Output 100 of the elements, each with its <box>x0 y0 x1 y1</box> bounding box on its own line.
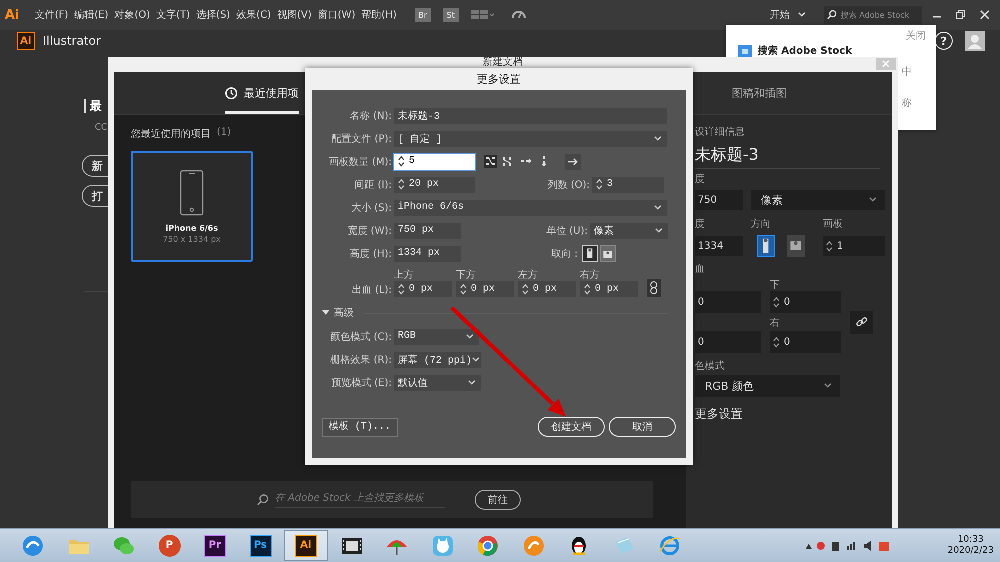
tab[interactable]: 最近使用项 <box>225 72 299 114</box>
menu-item[interactable]: 对象(O) <box>114 8 150 22</box>
preset-card[interactable]: iPhone 6/6s 750 x 1334 px <box>131 151 253 262</box>
menu-item[interactable]: 帮助(H) <box>362 8 397 22</box>
clock-time: 10:33 <box>958 534 984 546</box>
field-label: 画板 <box>823 220 843 230</box>
chevron-icon <box>654 204 662 210</box>
cancel-button[interactable]: 取消 <box>609 417 676 437</box>
field-label: 度 <box>695 175 705 185</box>
taskbar-button[interactable]: P <box>148 530 192 561</box>
restore-icon[interactable] <box>954 9 968 21</box>
artboard-count-field[interactable]: 5 <box>394 154 475 170</box>
chevron-icon <box>472 356 480 362</box>
field-label: 颜色模式 (C): <box>330 330 393 344</box>
stepper-icon <box>773 296 780 308</box>
color-mode-dropdown[interactable]: RGB <box>394 328 479 344</box>
menu-item[interactable]: 文字(T) <box>156 8 190 22</box>
layout-grid-icon[interactable] <box>470 9 495 21</box>
grid-by-row-icon[interactable] <box>484 155 497 168</box>
bleed-field[interactable]: 0 <box>695 291 761 313</box>
landscape-orientation-icon[interactable] <box>787 235 805 257</box>
dialog-title: 更多设置 <box>476 72 522 88</box>
field-label: 上方 <box>394 270 415 281</box>
field-label: 色模式 <box>695 362 725 372</box>
stepper-icon <box>584 282 591 296</box>
raster-effects-dropdown[interactable]: 屏幕 (72 ppi) <box>394 352 481 368</box>
menu-item[interactable]: 文件(F) <box>35 8 69 22</box>
clock-icon <box>225 86 238 100</box>
close-icon[interactable] <box>978 9 992 21</box>
bleed-field[interactable]: 0 <box>695 331 761 353</box>
chevron-icon <box>869 197 877 203</box>
field-label: 出血 (L): <box>351 284 393 297</box>
app-logo: Ai <box>5 8 21 22</box>
chevron-icon <box>824 383 832 389</box>
browser-icon <box>476 534 500 558</box>
field-label: 右 <box>770 319 781 329</box>
bleed-field[interactable]: 0 px <box>580 281 638 297</box>
bridge-button[interactable]: Br <box>414 8 431 22</box>
create-document-button[interactable]: 创建文档 <box>538 417 605 437</box>
chevron-icon <box>654 136 662 142</box>
popup-text: 中 <box>902 66 912 79</box>
link-button[interactable] <box>850 310 873 334</box>
section-heading: 您最近使用的项目 <box>131 128 211 141</box>
unit-dropdown[interactable]: 像素 <box>751 190 885 210</box>
browser-icon <box>21 534 45 558</box>
workspace-switcher[interactable]: 开始 <box>770 8 806 22</box>
chevron-icon <box>468 380 476 386</box>
width-field[interactable]: 750 <box>695 190 743 210</box>
taskbar-button[interactable]: Ps <box>238 530 282 561</box>
stepper-icon <box>826 240 833 252</box>
bleed-field[interactable]: 0 <box>770 291 841 313</box>
preview-mode-dropdown[interactable]: 默认值 <box>394 374 481 390</box>
link-button[interactable] <box>647 279 661 297</box>
bleed-field[interactable]: 0 px <box>518 281 576 297</box>
size-dropdown[interactable]: iPhone 6/6s <box>394 200 667 216</box>
bleed-field[interactable]: 0 px <box>394 281 452 297</box>
section-heading: 最 <box>84 99 102 113</box>
chevron-icon <box>798 12 806 18</box>
taskbar-button[interactable]: Pr <box>193 530 237 561</box>
menu-item[interactable]: 效果(C) <box>236 8 272 22</box>
phone-icon <box>180 170 204 216</box>
color-mode-dropdown[interactable]: RGB 颜色 <box>695 375 840 397</box>
section-label: 设详细信息 <box>695 128 745 138</box>
landscape-orientation-icon[interactable] <box>600 245 616 262</box>
stepper-icon <box>596 178 603 191</box>
menu-item[interactable]: 窗口(W) <box>318 8 356 22</box>
app-name: Illustrator <box>43 34 102 48</box>
portrait-orientation-icon[interactable] <box>757 235 775 257</box>
go-button[interactable]: 前往 <box>475 490 521 510</box>
disclosure-triangle-icon[interactable] <box>322 310 330 316</box>
stock-button[interactable]: St <box>442 8 459 22</box>
tab[interactable]: 图稿和插图 <box>732 72 787 114</box>
portrait-orientation-icon[interactable] <box>582 245 598 262</box>
bleed-field[interactable]: 0 px <box>456 281 514 297</box>
columns-field[interactable]: 3 <box>592 176 664 192</box>
profile-dropdown[interactable]: [ 自定 ] <box>394 130 667 146</box>
stepper-icon <box>773 336 780 348</box>
spacing-field[interactable]: 20 px <box>394 176 475 192</box>
bleed-field[interactable]: 0 <box>770 331 841 353</box>
field-label: 栅格效果 (R): <box>330 354 393 366</box>
artboard-count-field[interactable]: 1 <box>823 236 885 256</box>
taskbar-button[interactable]: Ai <box>284 530 328 561</box>
more-settings-link[interactable]: 更多设置 <box>695 406 743 423</box>
menu-item[interactable]: 选择(S) <box>196 8 230 22</box>
menu-item[interactable]: 视图(V) <box>277 8 312 22</box>
height-field[interactable]: 1334 <box>695 236 743 256</box>
field-label: 方向 <box>751 220 772 230</box>
stepper-icon <box>398 178 405 191</box>
height-field[interactable]: 1334 px <box>394 246 461 262</box>
stepper-icon <box>460 282 467 296</box>
app-logo: Ai <box>17 32 35 50</box>
preset-name: iPhone 6/6s <box>166 224 218 233</box>
close-icon <box>882 60 890 68</box>
width-field[interactable]: 750 px <box>394 222 461 238</box>
stock-search-field[interactable]: 搜索 Adobe Stock <box>824 6 922 24</box>
name-field[interactable]: 未标题-3 <box>394 108 667 124</box>
units-dropdown[interactable]: 像素 <box>590 222 668 238</box>
menu-item[interactable]: 编辑(E) <box>74 8 109 22</box>
template-button[interactable]: 模板 (T)... <box>322 418 398 436</box>
clock-date: 2020/2/23 <box>948 546 994 556</box>
